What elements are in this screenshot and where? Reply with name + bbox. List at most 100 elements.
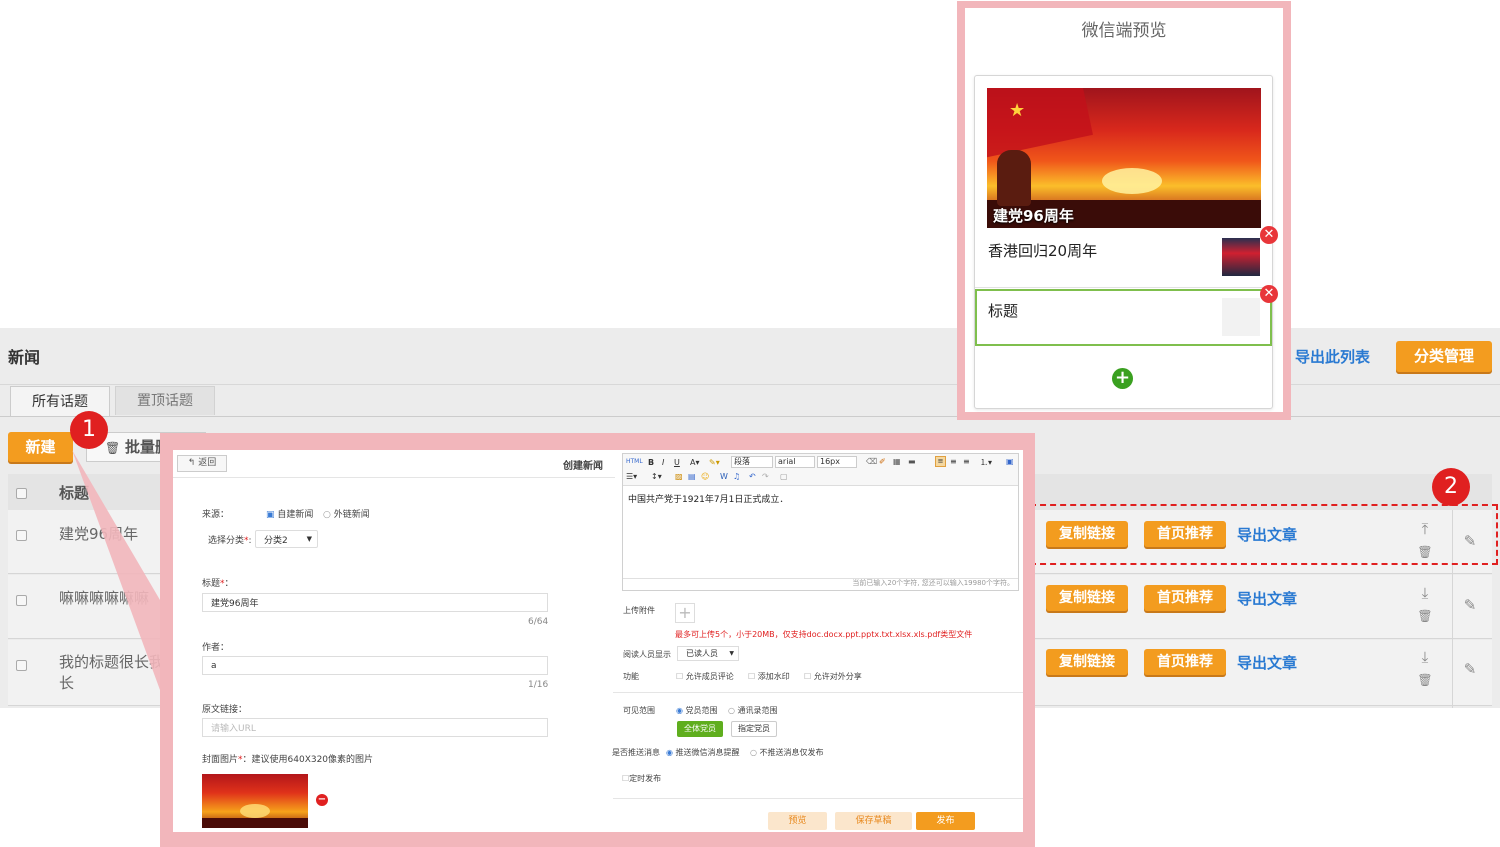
align-left-icon[interactable]: ≡ [935, 456, 946, 467]
edit-icon[interactable]: ✎ [1461, 662, 1479, 677]
line-height-icon[interactable]: ↕▾ [651, 472, 662, 481]
tab-pinned-topics[interactable]: 置顶话题 [115, 386, 215, 415]
category-mgmt-button[interactable]: 分类管理 [1396, 341, 1492, 372]
scope-radio-contacts[interactable]: ○ 通讯录范围 [728, 705, 778, 716]
ordered-list-icon[interactable]: ⒈▾ [980, 457, 992, 468]
delete-icon[interactable]: 🗑 [1416, 610, 1434, 622]
row-title[interactable]: 建党96周年 [59, 523, 138, 544]
font-size-value: 16px [820, 457, 840, 466]
font-color-icon[interactable]: A▾ [690, 458, 700, 467]
skyline [202, 818, 308, 828]
preview-item-1[interactable]: 香港回归20周年 [975, 230, 1272, 288]
export-list-link[interactable]: 导出此列表 [1295, 346, 1370, 367]
paragraph-select[interactable]: 段落 [731, 456, 773, 468]
redo-icon[interactable]: ↷ [762, 472, 769, 481]
editor-content[interactable]: 中国共产党于1921年7月1日正式成立． [628, 492, 788, 505]
hr-icon[interactable]: ▬ [908, 457, 916, 466]
new-button[interactable]: 新建 [8, 432, 73, 462]
download-icon[interactable]: ⤓ [1416, 650, 1434, 665]
image-icon[interactable]: ▨ [675, 472, 683, 481]
preview-button[interactable]: 预览 [768, 812, 827, 830]
row-checkbox[interactable] [16, 595, 27, 606]
font-size-select[interactable]: 16px [817, 456, 857, 468]
radio-checked-icon: ◉ [676, 706, 683, 715]
word-icon[interactable]: W [720, 472, 728, 481]
undo-icon[interactable]: ↶ [749, 472, 756, 481]
save-draft-button[interactable]: 保存草稿 [835, 812, 912, 830]
source-radio-external[interactable]: ○ 外链新闻 [323, 507, 370, 520]
highlight-color-icon[interactable]: ✎▾ [709, 458, 720, 467]
remove-item-1-icon[interactable]: ✕ [1260, 226, 1278, 244]
row-title[interactable]: 嘛嘛嘛嘛嘛嘛 [59, 587, 149, 608]
recommend-button[interactable]: 首页推荐 [1144, 585, 1226, 611]
editor-box: HTML B I U A▾ ✎▾ 段落 arial 16px ⌫ ✐ ▦ ▬ ≡… [622, 453, 1019, 591]
music-icon[interactable]: ♫ [733, 472, 740, 481]
html-source-icon[interactable]: HTML [626, 458, 643, 465]
category-select[interactable]: 分类2 ▼ [255, 530, 318, 548]
specified-members-button[interactable]: 指定党员 [731, 721, 777, 737]
scope-radio-party[interactable]: ◉ 党员范围 [676, 705, 718, 716]
row-title-line2: 长 [59, 674, 75, 692]
copy-link-button[interactable]: 复制链接 [1046, 649, 1128, 675]
author-input[interactable]: a [202, 656, 548, 675]
font-family-select[interactable]: arial [775, 456, 815, 468]
recommend-button[interactable]: 首页推荐 [1144, 649, 1226, 675]
eraser-icon[interactable]: ⌫ [866, 457, 877, 466]
download-icon[interactable]: ⤓ [1416, 586, 1434, 601]
clear-format-icon[interactable]: ▦ [893, 457, 901, 466]
bold-icon[interactable]: B [648, 458, 654, 467]
unordered-list-icon[interactable]: ☰▾ [626, 472, 637, 481]
align-right-icon[interactable]: ≡ [963, 457, 970, 466]
back-button[interactable]: ↰ 返回 [177, 455, 227, 472]
wechat-preview-panel: 微信端预览 ★ 建党96周年 香港回归20周年 ✕ 标题 ✕ + [965, 8, 1283, 412]
all-members-button[interactable]: 全体党员 [677, 721, 723, 737]
save-icon[interactable]: ▤ [688, 472, 696, 481]
publish-button[interactable]: 发布 [916, 812, 975, 830]
copy-link-button[interactable]: 复制链接 [1046, 585, 1128, 611]
align-center-icon[interactable]: ≡ [950, 457, 957, 466]
title-input[interactable]: 建党96周年 [202, 593, 548, 612]
push-label: 是否推送消息 [612, 748, 660, 757]
italic-icon[interactable]: I [662, 458, 664, 467]
add-item-icon[interactable]: + [1112, 368, 1133, 389]
select-all-checkbox[interactable] [16, 488, 27, 499]
func-watermark[interactable]: ☐ 添加水印 [748, 671, 790, 682]
column-header-title: 标题 [59, 484, 90, 502]
emoji-icon[interactable]: ☺ [701, 472, 709, 481]
original-link-input[interactable]: 请输入URL [202, 718, 548, 737]
highlight-box-row-actions [1030, 504, 1498, 565]
func-allow-comment[interactable]: ☐ 允许成员评论 [676, 671, 734, 682]
callout-badge-1: 1 [70, 411, 108, 449]
tab-label: 置顶话题 [137, 393, 193, 409]
timed-publish-checkbox[interactable]: ☐定时发布 [622, 773, 661, 784]
row-checkbox[interactable] [16, 530, 27, 541]
paste-icon[interactable]: ▢ [780, 472, 788, 481]
edit-icon[interactable]: ✎ [1461, 598, 1479, 613]
delete-icon[interactable]: 🗑 [1416, 674, 1434, 686]
fullscreen-icon[interactable]: ▣ [1006, 457, 1014, 466]
source-radio-self[interactable]: ▣ 自建新闻 [266, 507, 313, 520]
add-attachment-button[interactable]: + [675, 603, 695, 623]
radio-icon: ○ [750, 748, 757, 757]
preview-cover-image[interactable]: ★ 建党96周年 [987, 88, 1261, 228]
radio-checked-icon: ▣ [266, 510, 275, 520]
export-article-link[interactable]: 导出文章 [1237, 652, 1297, 673]
push-radio-wechat[interactable]: ◉ 推送微信消息提醒 [666, 747, 740, 758]
attachment-label: 上传附件 [623, 606, 655, 615]
preview-item-placeholder-thumb [1222, 298, 1260, 336]
underline-icon[interactable]: U [674, 458, 680, 467]
preview-item-2[interactable]: 标题 [975, 289, 1272, 346]
func-share[interactable]: ☐ 允许对外分享 [804, 671, 862, 682]
reader-display-select[interactable]: 已读人员 ▼ [677, 646, 739, 661]
category-select-value: 分类2 [264, 535, 288, 546]
remove-cover-icon[interactable]: − [316, 794, 328, 806]
format-brush-icon[interactable]: ✐ [879, 457, 886, 466]
cover-thumbnail[interactable] [202, 774, 308, 828]
row-checkbox[interactable] [16, 660, 27, 671]
required-mark: * [244, 536, 249, 546]
trash-icon: 🗑 [105, 441, 121, 455]
remove-item-2-icon[interactable]: ✕ [1260, 285, 1278, 303]
preview-item-title: 香港回归20周年 [988, 242, 1098, 260]
export-article-link[interactable]: 导出文章 [1237, 588, 1297, 609]
push-radio-none[interactable]: ○ 不推送消息仅发布 [750, 747, 824, 758]
